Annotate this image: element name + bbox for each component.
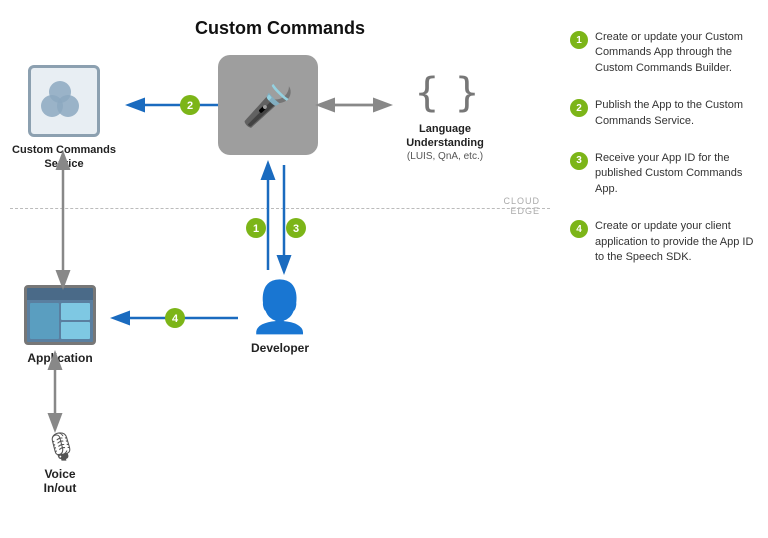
badge-3-text: 3 <box>293 223 299 235</box>
badge-4-circle <box>165 308 185 328</box>
steps-panel: 1 Create or update your Custom Commands … <box>570 30 755 287</box>
cloud-edge-divider <box>10 208 550 209</box>
developer-label: Developer <box>240 341 320 355</box>
step-item-3: 3 Receive your App ID for the published … <box>570 151 755 197</box>
voice-label: VoiceIn/out <box>20 467 100 495</box>
step-item-2: 2 Publish the App to the Custom Commands… <box>570 98 755 129</box>
page-title: Custom Commands <box>0 18 560 39</box>
application-box: Application <box>20 285 100 365</box>
mic-box: 🎤 <box>218 55 318 155</box>
app-topbar <box>27 288 93 300</box>
language-understanding-box: { } LanguageUnderstanding (LUIS, QnA, et… <box>390 70 500 162</box>
ccs-circles-graphic <box>41 81 87 121</box>
developer-box: 👤 Developer <box>240 278 320 355</box>
app-grid-tr <box>61 303 90 320</box>
ccs-label: Custom CommandsService <box>9 143 119 172</box>
step-text-4: Create or update your client application… <box>595 219 755 265</box>
app-icon <box>24 285 96 345</box>
step-badge-3: 3 <box>570 152 588 170</box>
diagram-area: Custom Commands CLOUD EDGE Custom Comman… <box>0 0 560 538</box>
badge-1-text: 1 <box>253 223 259 235</box>
step-text-1: Create or update your Custom Commands Ap… <box>595 30 755 76</box>
ccs-icon <box>28 65 100 137</box>
badge-2-circle <box>180 95 200 115</box>
step-item-1: 1 Create or update your Custom Commands … <box>570 30 755 76</box>
developer-icon: 👤 <box>240 278 320 337</box>
step-badge-1: 1 <box>570 31 588 49</box>
step-item-4: 4 Create or update your client applicati… <box>570 219 755 265</box>
badge-2-text: 2 <box>187 100 193 112</box>
mic-icon: 🎤 <box>242 81 294 130</box>
lu-icon: { } <box>390 70 500 116</box>
cloud-edge-label: CLOUD EDGE <box>503 196 540 216</box>
app-grid <box>27 300 93 342</box>
badge-1-circle <box>246 218 266 238</box>
app-grid-left <box>30 303 59 339</box>
app-label: Application <box>20 351 100 365</box>
custom-commands-service-box: Custom CommandsService <box>9 65 119 172</box>
voice-icon: 🎙 <box>20 430 100 463</box>
step-badge-2: 2 <box>570 99 588 117</box>
ccs-circle-bottom-right <box>57 95 79 117</box>
badge-4-text: 4 <box>172 313 179 325</box>
voice-box: 🎙 VoiceIn/out <box>20 430 100 495</box>
lu-sublabel: (LUIS, QnA, etc.) <box>390 151 500 162</box>
lu-label: LanguageUnderstanding <box>390 122 500 151</box>
step-badge-4: 4 <box>570 220 588 238</box>
badge-3-circle <box>286 218 306 238</box>
step-text-2: Publish the App to the Custom Commands S… <box>595 98 755 129</box>
app-grid-br <box>61 322 90 339</box>
step-text-3: Receive your App ID for the published Cu… <box>595 151 755 197</box>
